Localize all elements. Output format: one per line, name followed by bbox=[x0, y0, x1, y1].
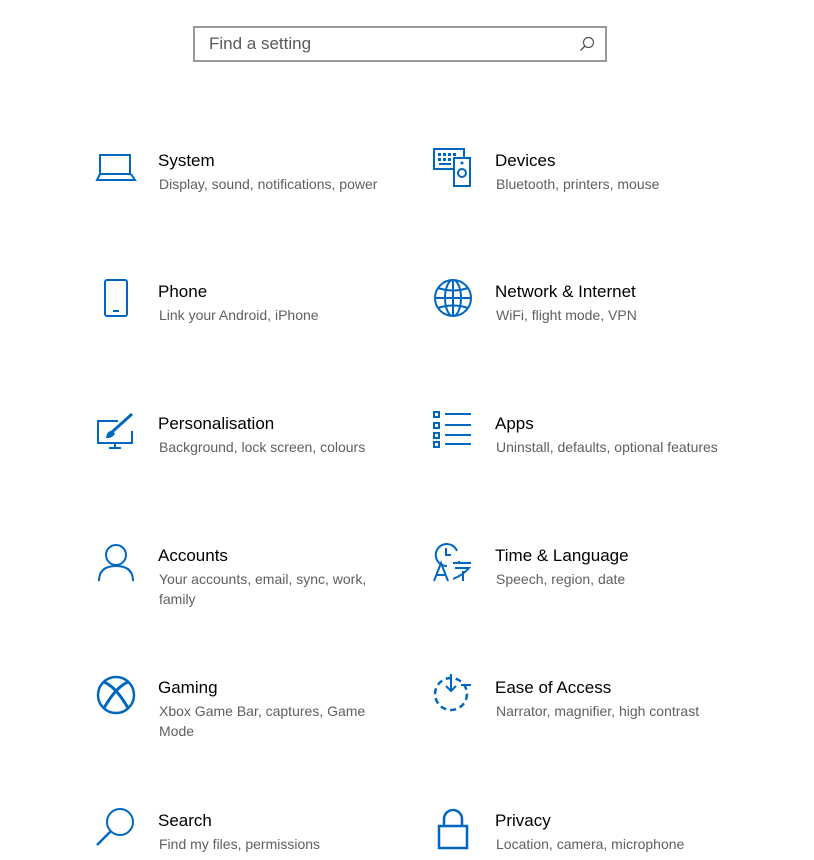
tile-description: Location, camera, microphone bbox=[496, 836, 685, 852]
tile-title: Apps bbox=[495, 414, 534, 433]
tile-title: Accounts bbox=[158, 546, 228, 565]
tile-personalisation[interactable]: Personalisation Background, lock screen,… bbox=[96, 412, 396, 493]
tile-title: Phone bbox=[158, 282, 208, 301]
tile-description: Find my files, permissions bbox=[159, 836, 321, 852]
tile-search[interactable]: Search Find my files, permissions bbox=[96, 808, 396, 860]
tile-phone[interactable]: Phone Link your Android, iPhone bbox=[96, 279, 396, 361]
search-icon[interactable] bbox=[579, 36, 595, 52]
tile-description: Display, sound, notifications, power bbox=[159, 176, 378, 192]
tile-network[interactable]: Network & Internet WiFi, flight mode, VP… bbox=[433, 279, 733, 361]
tile-description: Link your Android, iPhone bbox=[159, 307, 319, 323]
tile-gaming[interactable]: Gaming Xbox Game Bar, captures, Game Mod… bbox=[96, 675, 396, 757]
tile-title: Personalisation bbox=[158, 414, 275, 433]
ease-of-access-icon bbox=[433, 674, 473, 717]
tile-description: WiFi, flight mode, VPN bbox=[496, 307, 637, 323]
tile-description: Your accounts, email, sync, work, family bbox=[159, 571, 367, 607]
tile-system[interactable]: System Display, sound, notifications, po… bbox=[95, 150, 396, 230]
tile-title: Gaming bbox=[158, 678, 218, 697]
keyboard-speaker-icon bbox=[433, 148, 473, 190]
phone-icon bbox=[96, 279, 136, 321]
paintbrush-icon bbox=[96, 412, 136, 453]
tile-title: Devices bbox=[495, 151, 556, 170]
tile-title: Ease of Access bbox=[495, 678, 612, 697]
tile-time-language[interactable]: Time & Language Speech, region, date bbox=[433, 543, 733, 625]
tile-privacy[interactable]: Privacy Location, camera, microphone bbox=[433, 808, 733, 860]
search-input[interactable] bbox=[195, 28, 579, 60]
tile-description: Uninstall, defaults, optional features bbox=[496, 439, 718, 455]
tile-title: Network & Internet bbox=[495, 282, 636, 301]
tile-title: Privacy bbox=[495, 811, 551, 830]
search-box[interactable] bbox=[193, 26, 607, 62]
tile-description: Narrator, magnifier, high contrast bbox=[496, 703, 700, 719]
tile-description: Speech, region, date bbox=[496, 571, 626, 587]
tile-description: Background, lock screen, colours bbox=[159, 439, 366, 455]
xbox-icon bbox=[96, 675, 136, 717]
padlock-icon bbox=[433, 808, 473, 850]
tile-description: Xbox Game Bar, captures, Game Mode bbox=[159, 703, 366, 739]
tile-title: System bbox=[158, 151, 215, 170]
apps-list-icon bbox=[433, 411, 473, 453]
tile-accounts[interactable]: Accounts Your accounts, email, sync, wor… bbox=[96, 544, 396, 625]
tile-ease-of-access[interactable]: Ease of Access Narrator, magnifier, high… bbox=[433, 674, 733, 757]
person-icon bbox=[96, 544, 136, 585]
tile-devices[interactable]: Devices Bluetooth, printers, mouse bbox=[433, 148, 733, 230]
tile-title: Search bbox=[158, 811, 212, 830]
time-language-icon bbox=[433, 543, 473, 585]
magnifier-icon bbox=[96, 808, 136, 850]
globe-icon bbox=[433, 279, 473, 321]
settings-home: System Display, sound, notifications, po… bbox=[0, 0, 814, 860]
tile-description: Bluetooth, printers, mouse bbox=[496, 176, 660, 192]
tile-apps[interactable]: Apps Uninstall, defaults, optional featu… bbox=[433, 411, 733, 493]
laptop-icon bbox=[95, 150, 137, 190]
tile-title: Time & Language bbox=[495, 546, 629, 565]
